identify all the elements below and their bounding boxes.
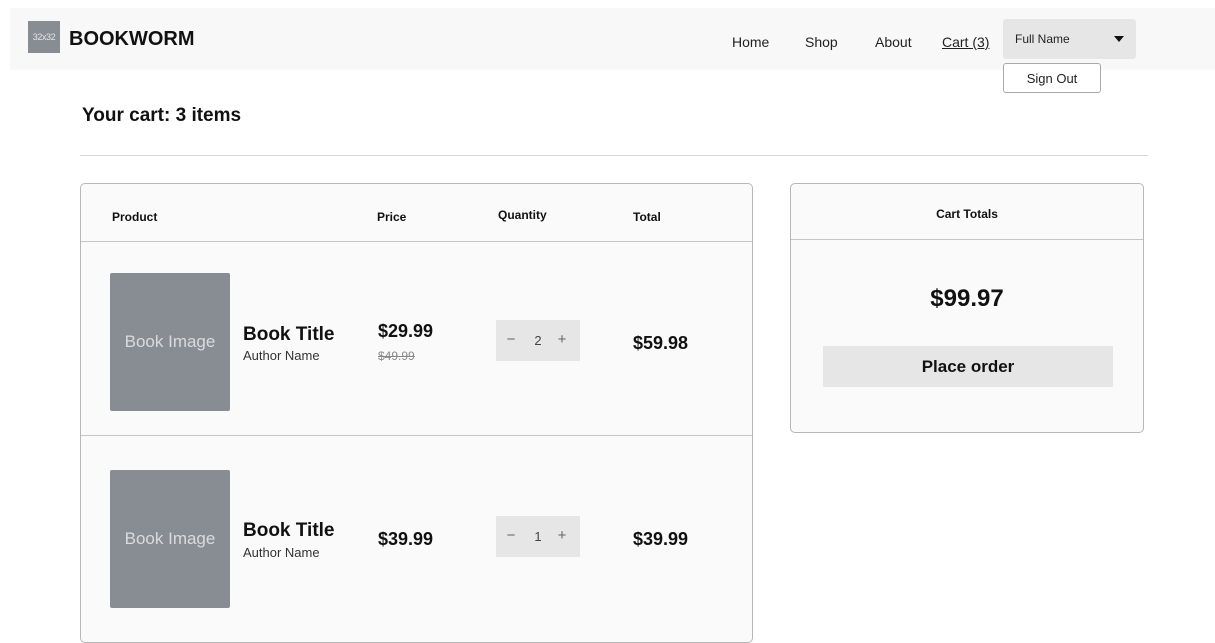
- cart-table: Product Price Quantity Total Book Image …: [80, 183, 753, 643]
- item-original-price: $49.99: [378, 349, 415, 363]
- user-menu-label: Full Name: [1015, 32, 1070, 46]
- cart-total-amount: $99.97: [930, 285, 1004, 312]
- book-image-label: Book Image: [124, 529, 216, 548]
- totals-separator: [791, 239, 1143, 240]
- decrease-quantity-button[interactable]: −: [504, 332, 518, 348]
- decrease-quantity-button[interactable]: −: [504, 528, 518, 544]
- brand-name[interactable]: BOOKWORM: [69, 28, 195, 50]
- increase-quantity-button[interactable]: +: [555, 332, 569, 348]
- cart-totals-card: Cart Totals $99.97 Place order: [790, 183, 1144, 433]
- quantity-stepper: − 2 +: [496, 320, 580, 361]
- logo-placeholder[interactable]: 32x32: [28, 21, 60, 53]
- book-title[interactable]: Book Title: [243, 520, 335, 542]
- sign-out-button[interactable]: Sign Out: [1003, 63, 1101, 93]
- quantity-value: 1: [534, 529, 542, 544]
- caret-down-icon: [1114, 36, 1124, 42]
- quantity-value: 2: [534, 333, 542, 348]
- column-header-quantity: Quantity: [498, 208, 547, 222]
- cart-row: Book Image Book Title Author Name $29.99…: [81, 242, 752, 422]
- nav-link-about[interactable]: About: [875, 34, 912, 50]
- cart-totals-heading: Cart Totals: [936, 207, 998, 221]
- nav-link-home[interactable]: Home: [732, 34, 769, 50]
- item-total: $59.98: [633, 333, 689, 353]
- navbar: 32x32 BOOKWORM Home Shop About Cart (3) …: [10, 8, 1215, 70]
- quantity-stepper: − 1 +: [496, 516, 580, 557]
- item-total: $39.99: [633, 529, 689, 549]
- place-order-button[interactable]: Place order: [823, 346, 1113, 387]
- increase-quantity-button[interactable]: +: [555, 528, 569, 544]
- author-name: Author Name: [243, 348, 320, 363]
- book-image[interactable]: Book Image: [110, 273, 230, 411]
- title-divider: [80, 155, 1148, 156]
- column-header-price: Price: [377, 210, 407, 224]
- column-header-product: Product: [112, 210, 158, 224]
- author-name: Author Name: [243, 545, 320, 560]
- page-title: Your cart: 3 items: [82, 105, 242, 126]
- item-price: $39.99: [378, 529, 434, 549]
- cart-row: Book Image Book Title Author Name $39.99…: [81, 436, 752, 616]
- user-menu-dropdown[interactable]: Full Name: [1003, 19, 1136, 59]
- book-image[interactable]: Book Image: [110, 470, 230, 608]
- book-image-label: Book Image: [124, 332, 216, 351]
- nav-link-shop[interactable]: Shop: [805, 34, 838, 50]
- item-price: $29.99: [378, 321, 434, 341]
- book-title[interactable]: Book Title: [243, 324, 335, 346]
- nav-link-cart[interactable]: Cart (3): [942, 34, 989, 50]
- column-header-total: Total: [633, 210, 661, 224]
